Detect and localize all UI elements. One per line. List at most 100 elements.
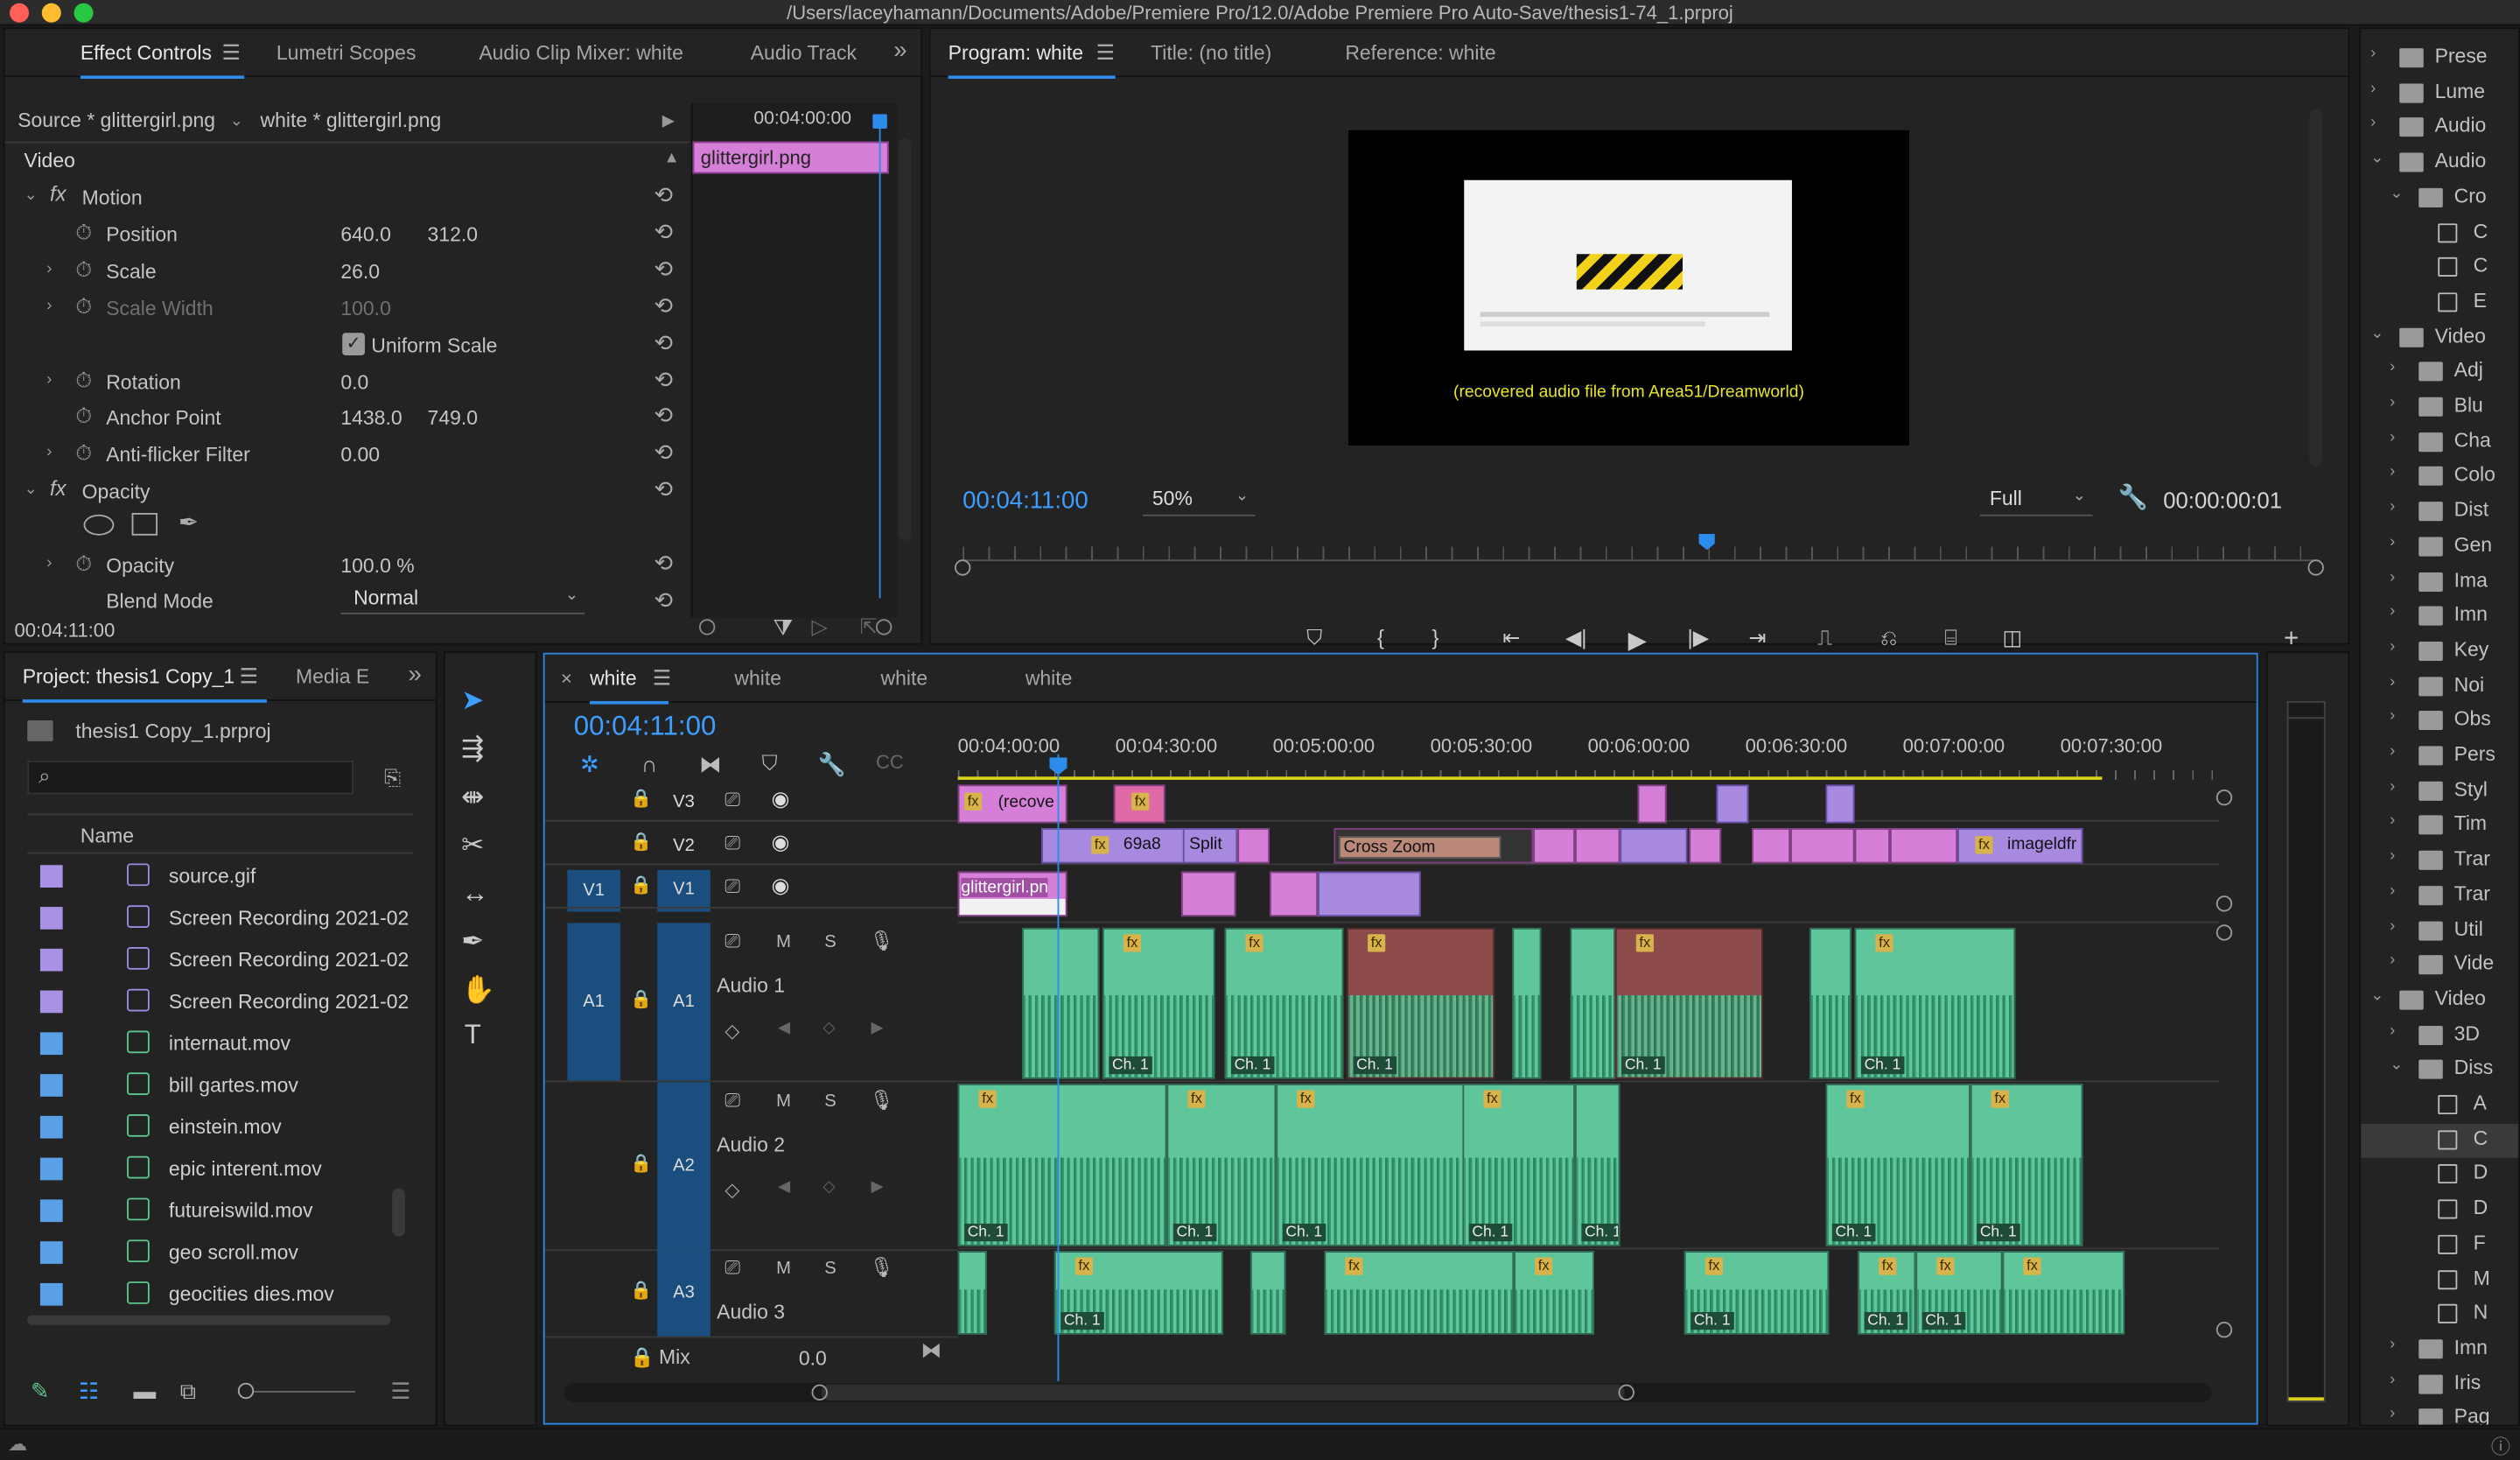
eye-icon[interactable]: ◉ <box>772 830 790 855</box>
timeline-clip-area[interactable]: fx (recove fx fx 69a8 Split Cross Zoom fx imagel… <box>957 780 2220 1335</box>
video-clip[interactable] <box>1752 828 1791 864</box>
pen-tool-icon[interactable]: ✒ <box>461 926 484 958</box>
audio-clip[interactable]: Ch. 1 <box>1574 1084 1620 1246</box>
sync-lock-icon[interactable]: ⎚ <box>724 874 740 899</box>
item-name[interactable]: futureiswild.mov <box>169 1199 313 1222</box>
effects-tree-item[interactable]: ⌄ Video <box>2361 321 2518 355</box>
solo-button[interactable]: S <box>824 1259 836 1278</box>
twirl-closed-icon[interactable]: › <box>46 261 52 278</box>
list-item[interactable]: internaut.mov <box>31 1022 392 1064</box>
zoom-handle-right[interactable] <box>1618 1384 1634 1401</box>
effects-tree-item[interactable]: › Dist <box>2361 495 2518 530</box>
play-triangle-icon[interactable]: ▶ <box>662 113 675 130</box>
tab-effect-controls[interactable]: Effect Controls <box>80 42 244 80</box>
video-clip[interactable]: fx 69a8 <box>1041 828 1186 864</box>
video-clip[interactable]: Cross Zoom <box>1334 828 1534 864</box>
add-keyframe-icon[interactable]: ◇ <box>822 1020 835 1037</box>
video-clip[interactable] <box>1637 784 1667 824</box>
step-back-icon[interactable]: ◀| <box>1565 626 1587 651</box>
effects-tree-item[interactable]: › Trar <box>2361 845 2518 879</box>
effects-tree-item[interactable]: C <box>2361 251 2518 285</box>
next-keyframe-icon[interactable]: ▶ <box>871 1020 883 1037</box>
audio-clip[interactable] <box>1022 927 1100 1079</box>
source-clip-label[interactable]: Source * glittergirl.png <box>18 109 215 132</box>
sequence-clip-label[interactable]: white * glittergirl.png <box>261 109 442 132</box>
reset-icon[interactable]: ⟲ <box>654 330 674 357</box>
collapse-up-icon[interactable]: ▲ <box>664 150 680 167</box>
anchor-x-value[interactable]: 1438.0 <box>340 407 402 430</box>
audio-clip[interactable]: fx Ch. 1 <box>1684 1251 1830 1335</box>
microphone-icon[interactable]: 🎙 <box>870 1089 894 1112</box>
selection-tool-icon[interactable]: ➤ <box>461 685 484 718</box>
audio-clip[interactable]: fx Ch. 1 <box>1347 927 1495 1079</box>
sync-lock-icon[interactable]: ⎚ <box>724 1256 740 1281</box>
twirl-closed-icon[interactable]: › <box>2390 603 2395 621</box>
twirl-closed-icon[interactable]: › <box>46 555 52 572</box>
effects-tree-item[interactable]: › Util <box>2361 914 2518 948</box>
video-clip[interactable]: fx imageldfr <box>1957 828 2083 864</box>
video-clip[interactable]: glittergirl.pn <box>957 871 1068 917</box>
video-clip[interactable] <box>1237 828 1270 864</box>
reset-icon[interactable]: ⟲ <box>654 256 674 283</box>
rotation-value[interactable]: 0.0 <box>340 371 368 394</box>
track-select-tool-icon[interactable]: ⇶ <box>461 734 484 766</box>
info-icon[interactable]: ⓘ <box>2491 1433 2510 1460</box>
tab-sequence-3[interactable]: white <box>881 667 928 690</box>
twirl-closed-icon[interactable]: › <box>46 371 52 389</box>
list-item[interactable]: futureiswild.mov <box>31 1190 392 1232</box>
lock-icon[interactable]: 🔒 <box>630 1346 654 1369</box>
effects-tree-item[interactable]: E <box>2361 286 2518 320</box>
list-item[interactable]: Screen Recording 2021-02 <box>31 897 409 939</box>
twirl-closed-icon[interactable]: › <box>2390 534 2395 551</box>
effects-tree-item[interactable]: › Imn <box>2361 600 2518 635</box>
effect-scrollbar[interactable] <box>898 137 912 541</box>
solo-button[interactable]: S <box>824 932 836 951</box>
mute-button[interactable]: M <box>776 932 791 951</box>
audio-clip[interactable] <box>1250 1251 1286 1335</box>
label-color-swatch[interactable] <box>39 1157 63 1181</box>
project-scrollbar-vertical[interactable] <box>392 1188 405 1237</box>
track-target-v3[interactable]: V3 <box>657 783 710 818</box>
lock-icon[interactable]: 🔒 <box>630 1280 652 1301</box>
twirl-closed-icon[interactable]: › <box>2390 464 2395 481</box>
audio-clip[interactable]: fx Ch. 1 <box>1614 927 1763 1079</box>
tab-sequence-1[interactable]: white <box>590 667 669 705</box>
track-target-a2[interactable]: A2 <box>657 1082 710 1250</box>
keyframe-toggle-icon[interactable]: ◇ <box>724 1179 739 1202</box>
name-column-header[interactable]: Name <box>80 825 134 847</box>
item-name[interactable]: Screen Recording 2021-02 <box>169 949 409 972</box>
hand-tool-icon[interactable]: ✋ <box>461 974 495 1007</box>
tab-audio-track[interactable]: Audio Track <box>751 42 857 65</box>
wrench-icon[interactable]: 🔧 <box>818 751 846 778</box>
tab-program[interactable]: Program: white <box>948 42 1116 80</box>
audio-clip[interactable]: fx Ch. 1 <box>1858 1251 1916 1335</box>
twirl-closed-icon[interactable]: › <box>2390 1406 2395 1423</box>
effects-tree-item[interactable]: › Noi <box>2361 670 2518 704</box>
video-clip[interactable] <box>1533 828 1575 864</box>
add-marker-icon[interactable]: ⛉ <box>1306 626 1322 651</box>
sync-lock-icon[interactable]: ⎚ <box>724 1089 740 1113</box>
video-clip[interactable] <box>1574 828 1620 864</box>
comparison-view-icon[interactable]: ◫ <box>2003 626 2023 651</box>
prev-keyframe-icon[interactable]: ◀ <box>778 1020 790 1037</box>
audio-clip[interactable] <box>1512 927 1542 1079</box>
effects-tree-item[interactable]: › Vide <box>2361 949 2518 983</box>
video-clip[interactable]: fx (recove <box>957 784 1068 824</box>
effects-tree-item[interactable]: › Styl <box>2361 775 2518 809</box>
audio-clip[interactable] <box>1570 927 1615 1079</box>
zoom-handle-right[interactable] <box>876 619 892 635</box>
audio-clip[interactable]: fx <box>2002 1251 2125 1335</box>
scrub-end-handle[interactable] <box>2307 559 2324 576</box>
effects-tree-item[interactable]: › Key <box>2361 635 2518 669</box>
effects-tree-item[interactable]: › Ima <box>2361 565 2518 600</box>
video-clip[interactable] <box>1318 871 1421 917</box>
reset-icon[interactable]: ⟲ <box>654 182 674 209</box>
audio-clip[interactable]: fx <box>1324 1251 1515 1335</box>
effects-tree-item[interactable]: ⌄ Diss <box>2361 1054 2518 1088</box>
twirl-closed-icon[interactable]: › <box>2370 45 2376 62</box>
mini-playhead[interactable] <box>878 116 881 599</box>
label-color-swatch[interactable] <box>39 907 63 930</box>
add-button-icon[interactable]: + <box>2284 626 2299 655</box>
effects-tree-item[interactable]: › Blu <box>2361 390 2518 425</box>
twirl-closed-icon[interactable]: › <box>2390 359 2395 376</box>
